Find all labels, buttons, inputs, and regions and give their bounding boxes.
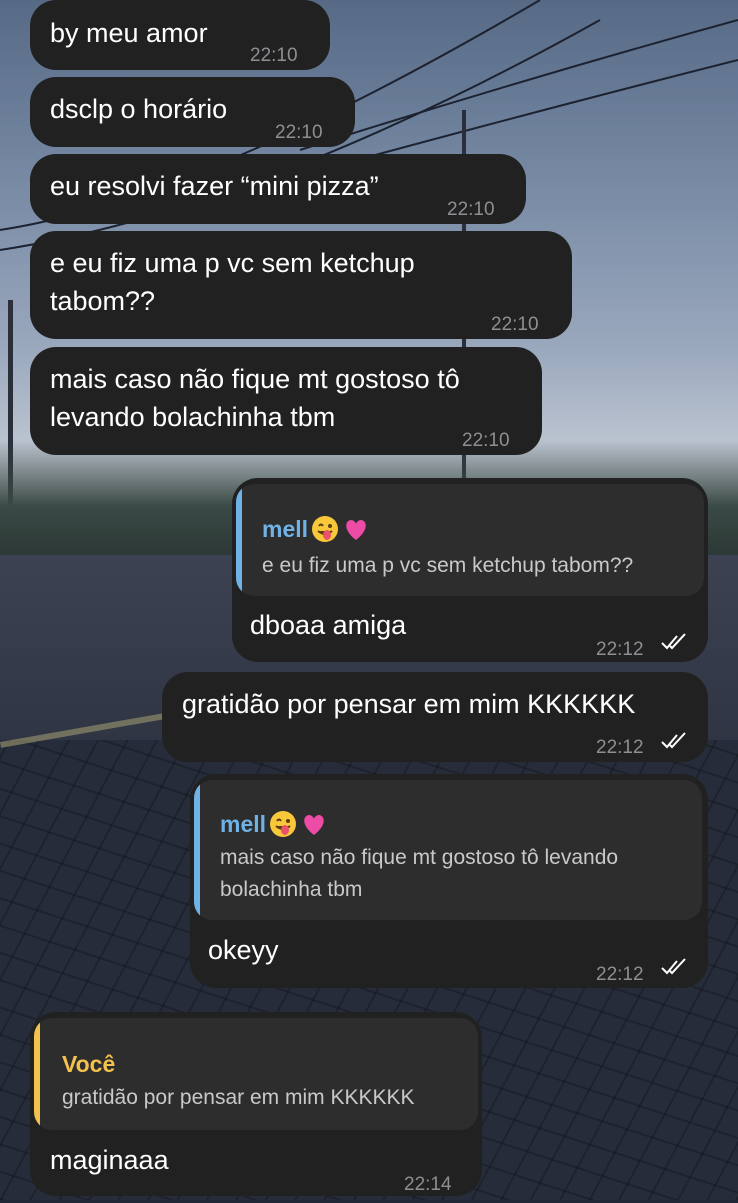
- received-message-bubble[interactable]: by meu amor 22:10: [30, 0, 330, 70]
- message-text: e eu fiz uma p vc sem ketchup: [50, 248, 415, 278]
- message-text: tabom??: [50, 286, 156, 316]
- read-receipt-icon: [661, 633, 686, 650]
- tongue-face-emoji: [312, 516, 339, 542]
- message-time: 22:14: [404, 1174, 452, 1195]
- pink-heart-emoji: [346, 520, 366, 540]
- message-text: levando bolachinha tbm: [50, 402, 336, 432]
- reply-quote-bar: [34, 1018, 40, 1130]
- message-text: gratidão por pensar em mim KKKKKK: [182, 689, 636, 719]
- reply-quote[interactable]: mell e eu fiz uma p vc sem ketchup tabom…: [236, 484, 704, 596]
- reply-quote-bar: [194, 780, 200, 920]
- received-message-bubble[interactable]: e eu fiz uma p vc sem ketchup tabom?? 22…: [30, 231, 572, 339]
- message-time: 22:10: [275, 122, 323, 143]
- tongue-face-emoji: [270, 811, 297, 837]
- message-time: 22:10: [447, 199, 495, 220]
- reply-author-name: mell: [220, 806, 328, 843]
- received-message-bubble[interactable]: dsclp o horário 22:10: [30, 77, 355, 147]
- reply-quote[interactable]: mell mais caso não fique mt gostoso tô l…: [194, 780, 702, 920]
- message-text: mais caso não fique mt gostoso tô: [50, 364, 460, 394]
- message-text: eu resolvi fazer “mini pizza”: [50, 171, 379, 201]
- received-message-bubble[interactable]: mais caso não fique mt gostoso tô levand…: [30, 347, 542, 455]
- reply-quoted-text: bolachinha tbm: [220, 878, 363, 901]
- message-time: 22:10: [491, 314, 539, 335]
- message-time: 22:10: [250, 45, 298, 66]
- message-text: dboaa amiga: [250, 610, 407, 640]
- sent-message-bubble[interactable]: mell mais caso não fique mt gostoso tô l…: [190, 774, 708, 988]
- message-time: 22:10: [462, 430, 510, 451]
- message-time: 22:12: [596, 964, 644, 985]
- received-message-bubble[interactable]: Você gratidão por pensar em mim KKKKKK m…: [30, 1012, 482, 1196]
- message-text: okeyy: [208, 935, 279, 965]
- message-time: 22:12: [596, 639, 644, 660]
- pink-heart-emoji: [304, 815, 324, 835]
- reply-author-name: Você: [62, 1051, 116, 1077]
- read-receipt-icon: [661, 958, 686, 975]
- message-text: dsclp o horário: [50, 94, 228, 124]
- message-text: by meu amor: [50, 18, 208, 48]
- reply-quoted-text: e eu fiz uma p vc sem ketchup tabom??: [262, 554, 634, 577]
- reply-author-name: mell: [262, 511, 370, 548]
- reply-quote-bar: [236, 484, 242, 596]
- message-time: 22:12: [596, 737, 644, 758]
- sent-message-bubble[interactable]: mell e eu fiz uma p vc sem ketchup tabom…: [232, 478, 708, 662]
- reply-quoted-text: gratidão por pensar em mim KKKKKK: [62, 1086, 415, 1109]
- sent-message-bubble[interactable]: gratidão por pensar em mim KKKKKK 22:12: [162, 672, 708, 762]
- message-text: maginaaa: [50, 1145, 169, 1175]
- read-receipt-icon: [661, 732, 686, 749]
- reply-quoted-text: mais caso não fique mt gostoso tô levand…: [220, 846, 619, 869]
- received-message-bubble[interactable]: eu resolvi fazer “mini pizza” 22:10: [30, 154, 526, 224]
- reply-quote[interactable]: Você gratidão por pensar em mim KKKKKK: [34, 1018, 478, 1130]
